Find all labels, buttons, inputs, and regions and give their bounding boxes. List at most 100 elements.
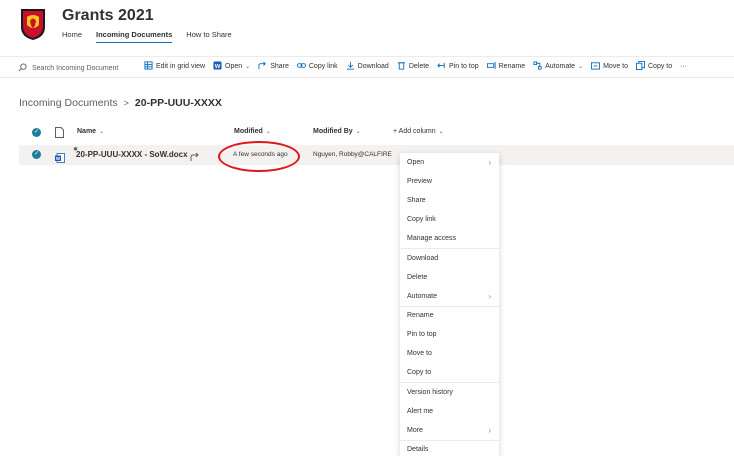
- menu-item-label: Delete: [407, 274, 428, 281]
- share-icon: [258, 61, 267, 72]
- chevron-down-icon: ⌄: [99, 129, 105, 135]
- select-all-checkbox[interactable]: ✓: [32, 128, 41, 137]
- menu-item-download[interactable]: Download: [400, 249, 499, 268]
- chevron-down-icon: ⌄: [265, 129, 271, 135]
- download-label: Download: [357, 63, 389, 70]
- menu-item-copy-link[interactable]: Copy link: [400, 210, 499, 229]
- column-header-modified-by[interactable]: Modified By ⌄: [313, 128, 361, 135]
- automate-label: Automate: [545, 63, 576, 70]
- menu-item-details[interactable]: Details: [400, 440, 499, 456]
- row-checkbox[interactable]: ✓: [32, 150, 41, 159]
- menu-item-label: Copy to: [407, 369, 432, 376]
- menu-item-manage-access[interactable]: Manage access: [400, 229, 499, 248]
- table-row[interactable]: ✓ W ✹ 20-PP-UUU-XXXX - SoW.docx A few se…: [19, 145, 734, 165]
- chevron-down-icon: ⌄: [438, 129, 444, 135]
- file-type-header-icon[interactable]: [55, 127, 64, 140]
- menu-item-label: Preview: [407, 178, 432, 185]
- column-name-label: Name: [77, 128, 97, 135]
- chevron-right-icon: ›: [488, 158, 491, 167]
- menu-item-label: Version history: [407, 389, 453, 396]
- column-modified-by-label: Modified By: [313, 128, 353, 135]
- menu-item-label: Move to: [407, 350, 432, 357]
- more-commands-button[interactable]: ···: [680, 63, 687, 70]
- list-header: ✓ Name ⌄ Modified ⌄ Modified By ⌄ + Add …: [0, 125, 734, 143]
- open-label: Open: [225, 63, 243, 70]
- word-doc-icon: W: [55, 150, 65, 168]
- breadcrumb-parent[interactable]: Incoming Documents: [19, 97, 118, 109]
- menu-item-copy-to[interactable]: Copy to: [400, 363, 499, 382]
- nav-how-to-share[interactable]: How to Share: [186, 30, 231, 43]
- column-header-modified[interactable]: Modified ⌄: [234, 128, 271, 135]
- menu-item-version-history[interactable]: Version history: [400, 383, 499, 402]
- pin-icon: [437, 61, 446, 72]
- file-name-link[interactable]: 20-PP-UUU-XXXX - SoW.docx: [76, 150, 188, 159]
- menu-item-delete[interactable]: Delete: [400, 268, 499, 287]
- menu-item-label: More: [407, 427, 423, 434]
- menu-item-share[interactable]: Share: [400, 191, 499, 210]
- command-bar: Search Incoming Document Edit in grid vi…: [0, 56, 734, 78]
- move-icon: [591, 61, 601, 72]
- copy-to-label: Copy to: [648, 63, 673, 70]
- modified-by-value[interactable]: Nguyen, Robby@CALFIRE: [313, 151, 392, 158]
- search-icon: [18, 62, 27, 74]
- menu-item-rename[interactable]: Rename: [400, 306, 499, 325]
- menu-item-label: Open: [407, 159, 425, 166]
- site-title[interactable]: Grants 2021: [62, 7, 154, 25]
- rename-button[interactable]: Rename: [486, 61, 526, 72]
- menu-item-preview[interactable]: Preview: [400, 172, 499, 191]
- share-icon[interactable]: [190, 149, 200, 167]
- menu-item-alert-me[interactable]: Alert me: [400, 402, 499, 421]
- menu-item-open[interactable]: Open ›: [400, 153, 499, 172]
- menu-item-pin-to-top[interactable]: Pin to top: [400, 325, 499, 344]
- add-column-label: + Add column: [393, 128, 436, 135]
- share-button[interactable]: Share: [258, 61, 289, 72]
- chevron-down-icon: ⌄: [245, 64, 251, 70]
- edit-grid-view-label: Edit in grid view: [156, 63, 206, 70]
- pin-to-top-button[interactable]: Pin to top: [437, 61, 479, 72]
- menu-item-automate[interactable]: Automate ›: [400, 287, 499, 306]
- move-to-label: Move to: [603, 63, 628, 70]
- menu-item-label: Copy link: [407, 216, 436, 223]
- open-button[interactable]: W Open ⌄: [213, 61, 250, 72]
- delete-label: Delete: [408, 63, 430, 70]
- copy-link-label: Copy link: [308, 63, 338, 70]
- breadcrumb: Incoming Documents > 20-PP-UUU-XXXX: [19, 97, 222, 109]
- menu-item-move-to[interactable]: Move to: [400, 344, 499, 363]
- menu-item-label: Rename: [407, 312, 434, 319]
- search-box[interactable]: Search Incoming Document: [18, 61, 118, 75]
- search-input[interactable]: Search Incoming Document: [32, 65, 118, 72]
- share-label: Share: [270, 63, 289, 70]
- download-icon: [346, 61, 355, 72]
- chevron-right-icon: ›: [488, 426, 491, 435]
- nav-home[interactable]: Home: [62, 30, 82, 43]
- chevron-right-icon: ›: [488, 292, 491, 301]
- svg-text:W: W: [215, 64, 221, 70]
- copy-link-button[interactable]: Copy link: [296, 61, 338, 72]
- copy-icon: [636, 61, 645, 72]
- copy-to-button[interactable]: Copy to: [636, 61, 672, 72]
- chevron-down-icon: ⌄: [355, 129, 361, 135]
- breadcrumb-separator: >: [123, 98, 129, 108]
- menu-item-label: Automate: [407, 293, 437, 300]
- rename-label: Rename: [498, 63, 526, 70]
- breadcrumb-current[interactable]: 20-PP-UUU-XXXX: [135, 97, 222, 109]
- context-menu: Open › Preview Share Copy link Manage acc…: [400, 153, 499, 456]
- rename-icon: [486, 61, 496, 72]
- edit-grid-view-button[interactable]: Edit in grid view: [144, 61, 205, 72]
- cal-fire-logo[interactable]: [19, 7, 47, 41]
- chevron-down-icon: ⌄: [578, 64, 584, 70]
- move-to-button[interactable]: Move to: [591, 61, 628, 72]
- grid-icon: [144, 61, 153, 72]
- nav-incoming-documents[interactable]: Incoming Documents: [96, 30, 173, 43]
- link-icon: [296, 61, 306, 72]
- delete-button[interactable]: Delete: [397, 61, 429, 72]
- menu-item-label: Alert me: [407, 408, 434, 415]
- menu-item-label: Pin to top: [407, 331, 437, 338]
- automate-button[interactable]: Automate ⌄: [533, 61, 583, 72]
- menu-item-more[interactable]: More ›: [400, 421, 499, 440]
- add-column-button[interactable]: + Add column ⌄: [393, 128, 444, 135]
- column-header-name[interactable]: Name ⌄: [77, 128, 104, 135]
- menu-item-label: Download: [407, 255, 439, 262]
- word-icon: W: [213, 61, 222, 72]
- download-button[interactable]: Download: [346, 61, 389, 72]
